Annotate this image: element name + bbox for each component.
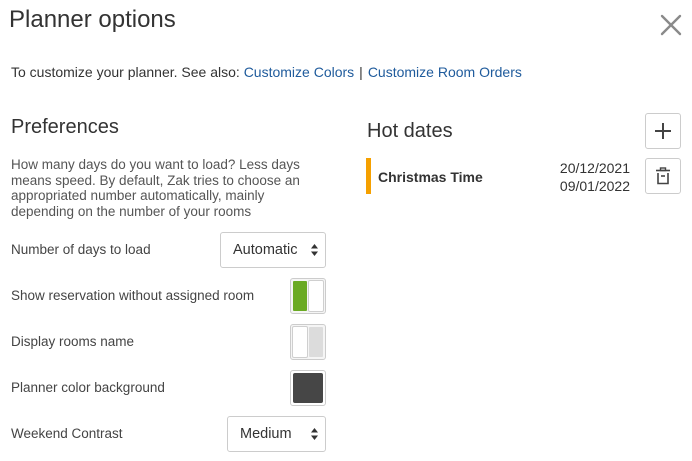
days-to-load-select[interactable]: Automatic — [220, 232, 326, 268]
preferences-description: How many days do you want to load? Less … — [11, 157, 300, 219]
hot-date-item[interactable]: Christmas Time 20/12/2021 09/01/2022 — [366, 158, 636, 194]
select-arrows-icon — [311, 428, 318, 440]
customize-colors-link[interactable]: Customize Colors — [244, 64, 354, 80]
toggle-on-fill — [293, 281, 307, 311]
color-swatch-fill — [293, 373, 323, 403]
toggle-off-fill — [309, 327, 323, 357]
add-hot-date-button[interactable] — [645, 113, 681, 149]
days-to-load-value: Automatic — [233, 242, 298, 258]
trash-icon — [656, 167, 670, 185]
select-arrows-icon — [311, 244, 318, 256]
toggle-knob — [308, 280, 324, 312]
intro-label: To customize your planner. See also: — [11, 64, 240, 80]
weekend-contrast-select[interactable]: Medium — [227, 416, 326, 452]
display-rooms-name-toggle[interactable] — [290, 324, 326, 360]
show-unassigned-toggle[interactable] — [290, 278, 326, 314]
hot-date-accent-bar — [366, 158, 371, 194]
planner-color-label: Planner color background — [11, 380, 165, 395]
show-unassigned-label: Show reservation without assigned room — [11, 288, 255, 303]
hot-date-end: 09/01/2022 — [559, 178, 630, 194]
customize-room-orders-link[interactable]: Customize Room Orders — [368, 64, 522, 80]
toggle-knob — [292, 326, 308, 358]
days-to-load-label: Number of days to load — [11, 242, 151, 257]
planner-color-picker[interactable] — [290, 370, 326, 406]
hot-date-start: 20/12/2021 — [559, 160, 630, 176]
close-icon — [660, 14, 682, 36]
delete-hot-date-button[interactable] — [645, 158, 681, 194]
intro-text: To customize your planner. See also: Cus… — [11, 64, 522, 80]
hot-date-range: 20/12/2021 09/01/2022 — [560, 159, 630, 195]
plus-icon — [655, 123, 671, 139]
link-separator: | — [359, 64, 363, 80]
display-rooms-name-label: Display rooms name — [11, 334, 135, 349]
dialog-title: Planner options — [9, 6, 176, 33]
weekend-contrast-value: Medium — [240, 426, 292, 442]
weekend-contrast-label: Weekend Contrast — [11, 426, 123, 441]
preferences-title: Preferences — [11, 116, 119, 138]
close-button[interactable] — [658, 12, 684, 38]
hot-date-name: Christmas Time — [378, 169, 483, 185]
hot-dates-title: Hot dates — [367, 120, 453, 142]
